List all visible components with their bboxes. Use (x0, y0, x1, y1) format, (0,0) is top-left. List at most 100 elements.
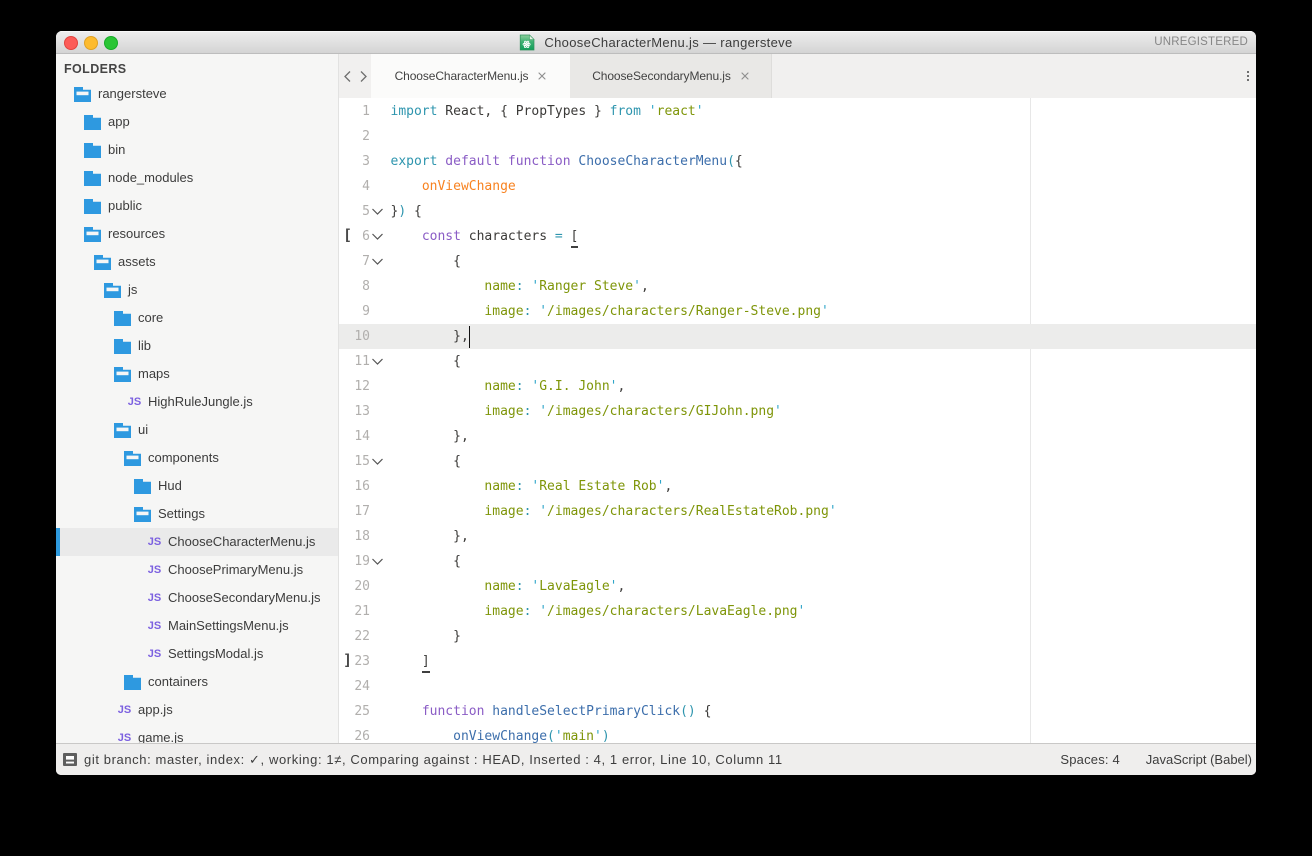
tree-item-components[interactable]: components (56, 444, 338, 472)
tree-item-app[interactable]: app (56, 108, 338, 136)
tree-item-bin[interactable]: bin (56, 136, 338, 164)
tree-item-label: public (108, 192, 142, 220)
code-text: image: '/images/characters/Ranger-Steve.… (391, 299, 829, 324)
tree-item-label: containers (148, 668, 208, 696)
tree-item-label: HighRuleJungle.js (148, 388, 253, 416)
tree-item-maps[interactable]: maps (56, 360, 338, 388)
bracket-gutter-icon: [ (343, 223, 352, 248)
code-text: function handleSelectPrimaryClick() { (391, 699, 712, 724)
tree-item-ChooseCharacterMenu.js[interactable]: JSChooseCharacterMenu.js (56, 528, 338, 556)
fold-arrow-icon[interactable] (372, 558, 383, 565)
tree-item-Settings[interactable]: Settings (56, 500, 338, 528)
tree-item-label: js (128, 276, 137, 304)
code-line-21[interactable]: 21 image: '/images/characters/LavaEagle.… (339, 599, 1256, 624)
tree-item-lib[interactable]: lib (56, 332, 338, 360)
tree-item-ui[interactable]: ui (56, 416, 338, 444)
line-number: 8 (339, 274, 370, 299)
code-line-5[interactable]: 5 }) { (339, 199, 1256, 224)
code-lines: 1import React, { PropTypes } from 'react… (339, 99, 1256, 744)
editor-column: ChooseCharacterMenu.jsChooseSecondaryMen… (339, 54, 1256, 743)
fold-arrow-icon[interactable] (372, 358, 383, 365)
code-line-26[interactable]: 26 onViewChange('main') (339, 724, 1256, 744)
tab-overflow-menu-icon[interactable] (1241, 54, 1255, 98)
tree-item-core[interactable]: core (56, 304, 338, 332)
code-line-22[interactable]: 22 } (339, 624, 1256, 649)
code-line-15[interactable]: 15 { (339, 449, 1256, 474)
code-line-14[interactable]: 14 }, (339, 424, 1256, 449)
tree-item-label: ChoosePrimaryMenu.js (168, 556, 303, 584)
code-line-6[interactable]: 6[ const characters = [ (339, 224, 1256, 249)
line-number: 4 (339, 174, 370, 199)
tree-item-label: assets (118, 248, 156, 276)
tree-item-SettingsModal.js[interactable]: JSSettingsModal.js (56, 640, 338, 668)
code-text: image: '/images/characters/RealEstateRob… (391, 499, 837, 524)
line-number: 7 (339, 249, 370, 274)
tree-item-containers[interactable]: containers (56, 668, 338, 696)
tree-item-MainSettingsMenu.js[interactable]: JSMainSettingsMenu.js (56, 612, 338, 640)
code-text: } (391, 624, 461, 649)
code-line-23[interactable]: 23] ] (339, 649, 1256, 674)
tab-ChooseCharacterMenu.js[interactable]: ChooseCharacterMenu.js (371, 54, 570, 98)
fold-arrow-icon[interactable] (372, 233, 383, 240)
title-bar[interactable]: ChooseCharacterMenu.js — rangersteve UNR… (56, 31, 1256, 54)
code-line-11[interactable]: 11 { (339, 349, 1256, 374)
indent-indicator[interactable]: Spaces: 4 (1060, 744, 1120, 775)
code-line-18[interactable]: 18 }, (339, 524, 1256, 549)
tab-ChooseSecondaryMenu.js[interactable]: ChooseSecondaryMenu.js (570, 54, 772, 98)
tree-item-label: app.js (138, 696, 173, 724)
folder-icon (114, 311, 131, 326)
tab-navigation (339, 54, 371, 98)
fold-arrow-icon[interactable] (372, 258, 383, 265)
tab-close-icon[interactable] (741, 54, 749, 98)
next-tab-icon[interactable] (360, 71, 367, 82)
code-line-12[interactable]: 12 name: 'G.I. John', (339, 374, 1256, 399)
panel-toggle-icon[interactable] (63, 753, 77, 766)
tree-item-resources[interactable]: resources (56, 220, 338, 248)
code-line-20[interactable]: 20 name: 'LavaEagle', (339, 574, 1256, 599)
code-text: }) { (391, 199, 422, 224)
code-line-1[interactable]: 1import React, { PropTypes } from 'react… (339, 99, 1256, 124)
tree-item-rangersteve[interactable]: rangersteve (56, 80, 338, 108)
line-number: 15 (339, 449, 370, 474)
tree-item-public[interactable]: public (56, 192, 338, 220)
code-line-7[interactable]: 7 { (339, 249, 1256, 274)
code-line-4[interactable]: 4 onViewChange (339, 174, 1256, 199)
code-line-13[interactable]: 13 image: '/images/characters/GIJohn.png… (339, 399, 1256, 424)
folder-icon (134, 479, 151, 494)
tree-item-game.js[interactable]: JSgame.js (56, 724, 338, 743)
tree-item-label: maps (138, 360, 170, 388)
folder-open-icon (94, 255, 111, 270)
tree-item-js[interactable]: js (56, 276, 338, 304)
code-editor[interactable]: 1import React, { PropTypes } from 'react… (339, 98, 1256, 743)
tree-item-ChooseSecondaryMenu.js[interactable]: JSChooseSecondaryMenu.js (56, 584, 338, 612)
tree-item-ChoosePrimaryMenu.js[interactable]: JSChoosePrimaryMenu.js (56, 556, 338, 584)
fold-arrow-icon[interactable] (372, 208, 383, 215)
code-line-10[interactable]: 10 }, (339, 324, 1256, 349)
code-line-19[interactable]: 19 { (339, 549, 1256, 574)
code-line-25[interactable]: 25 function handleSelectPrimaryClick() { (339, 699, 1256, 724)
syntax-indicator[interactable]: JavaScript (Babel) (1146, 744, 1252, 775)
code-line-24[interactable]: 24 (339, 674, 1256, 699)
tree-item-app.js[interactable]: JSapp.js (56, 696, 338, 724)
tree-item-Hud[interactable]: Hud (56, 472, 338, 500)
tree-item-HighRuleJungle.js[interactable]: JSHighRuleJungle.js (56, 388, 338, 416)
line-number: 1 (339, 99, 370, 124)
line-number: 22 (339, 624, 370, 649)
prev-tab-icon[interactable] (344, 71, 351, 82)
status-bar: git branch: master, index: ✓, working: 1… (56, 743, 1256, 775)
code-line-17[interactable]: 17 image: '/images/characters/RealEstate… (339, 499, 1256, 524)
tree-item-assets[interactable]: assets (56, 248, 338, 276)
code-line-9[interactable]: 9 image: '/images/characters/Ranger-Stev… (339, 299, 1256, 324)
line-number: 5 (339, 199, 370, 224)
code-line-2[interactable]: 2 (339, 124, 1256, 149)
folder-open-icon (134, 507, 151, 522)
tree-item-node_modules[interactable]: node_modules (56, 164, 338, 192)
code-line-16[interactable]: 16 name: 'Real Estate Rob', (339, 474, 1256, 499)
code-line-3[interactable]: 3export default function ChooseCharacter… (339, 149, 1256, 174)
fold-arrow-icon[interactable] (372, 458, 383, 465)
js-file-icon: JS (144, 612, 165, 640)
tree-item-label: node_modules (108, 164, 193, 192)
tab-close-icon[interactable] (538, 54, 546, 98)
code-line-8[interactable]: 8 name: 'Ranger Steve', (339, 274, 1256, 299)
line-number: 21 (339, 599, 370, 624)
